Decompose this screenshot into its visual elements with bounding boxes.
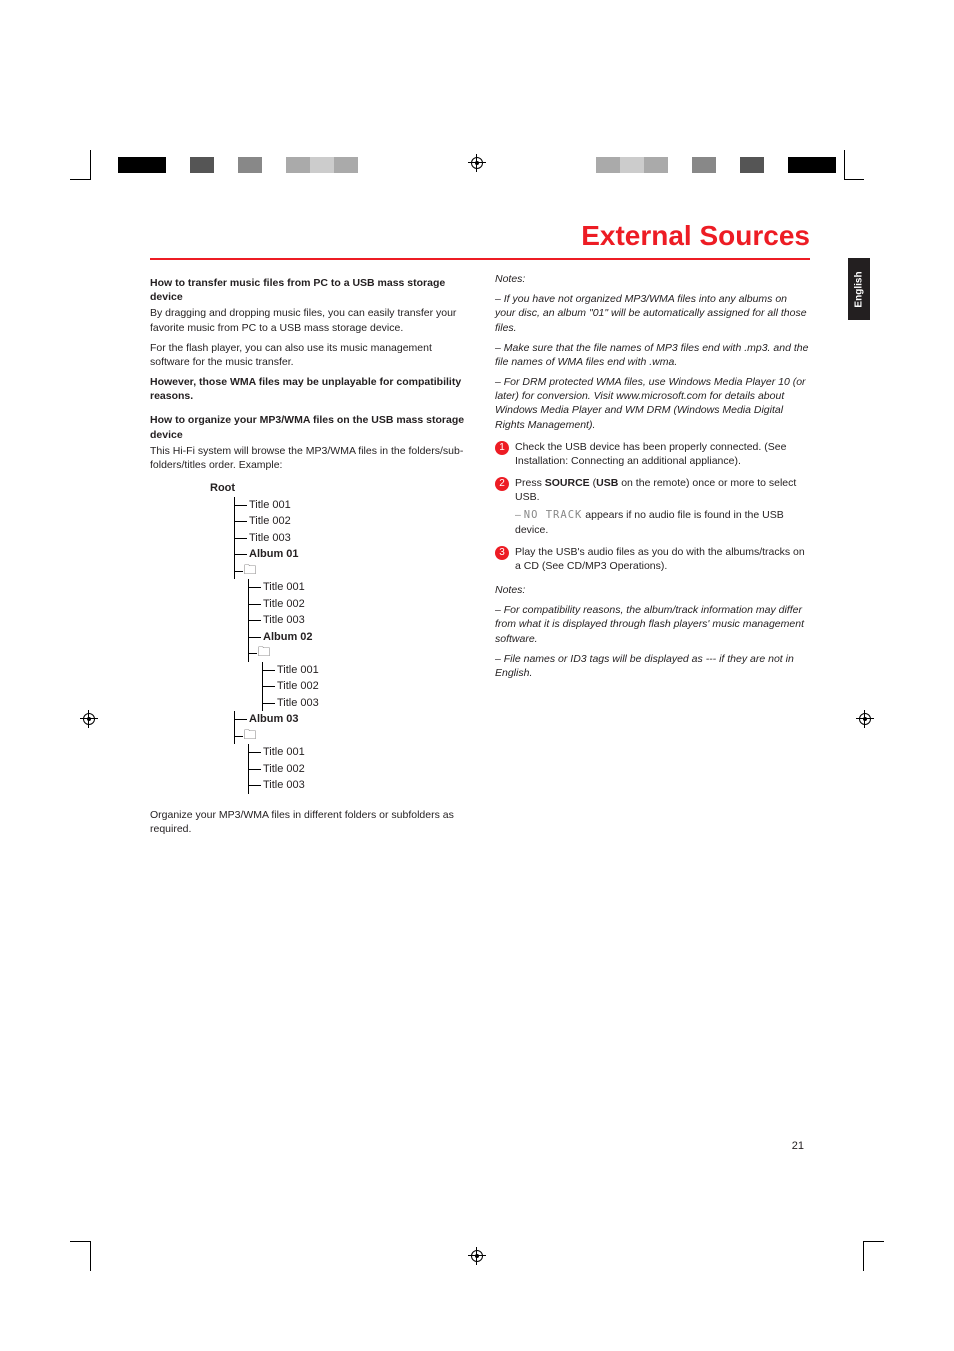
- tree-album-label: Album 03: [249, 713, 299, 725]
- page-number: 21: [792, 1140, 804, 1152]
- tree-album-label: Album 01: [249, 548, 299, 560]
- folder-icon: 🗀: [243, 563, 257, 576]
- tree-title: Title 002: [249, 761, 465, 778]
- tree-title: Title 003: [249, 612, 465, 629]
- step-text: Press SOURCE (USB on the remote) once or…: [515, 476, 810, 537]
- registration-target-icon: [80, 710, 98, 728]
- tree-title: Title 001: [235, 497, 465, 514]
- page-title: External Sources: [150, 220, 810, 252]
- tree-album-label: Album 02: [263, 631, 313, 643]
- language-tab: English: [848, 258, 870, 320]
- crop-mark-icon: [844, 1241, 884, 1271]
- language-tab-label: English: [854, 271, 865, 307]
- step-text: Play the USB's audio files as you do wit…: [515, 545, 810, 573]
- color-bar-icon: [596, 157, 836, 173]
- note-item: – For compatibility reasons, the album/t…: [495, 603, 810, 646]
- tree-title: Title 003: [263, 695, 465, 712]
- notes-label: Notes:: [495, 583, 810, 597]
- title-rule: [150, 258, 810, 260]
- registration-target-icon: [468, 154, 486, 172]
- crop-mark-icon: [70, 1241, 110, 1271]
- step-number-badge: 1: [495, 441, 509, 455]
- right-column: Notes: – If you have not organized MP3/W…: [495, 272, 810, 842]
- tree-title: Title 001: [249, 579, 465, 596]
- print-registration-bottom: [0, 1241, 954, 1271]
- notes-label: Notes:: [495, 272, 810, 286]
- print-registration-top: [0, 150, 954, 180]
- crop-mark-icon: [70, 150, 110, 180]
- page-content: External Sources How to transfer music f…: [150, 220, 810, 842]
- tree-title: Title 003: [235, 530, 465, 547]
- tree-root-label: Root: [210, 480, 465, 497]
- color-bar-icon: [118, 157, 358, 173]
- registration-target-icon: [856, 710, 874, 728]
- bold-note: However, those WMA files may be unplayab…: [150, 376, 461, 402]
- tree-title: Title 002: [263, 678, 465, 695]
- left-column: How to transfer music files from PC to a…: [150, 272, 465, 842]
- tree-title: Title 001: [263, 662, 465, 679]
- note-item: – For DRM protected WMA files, use Windo…: [495, 375, 810, 432]
- step-item: 2 Press SOURCE (USB on the remote) once …: [495, 476, 810, 537]
- note-item: – Make sure that the file names of MP3 f…: [495, 341, 810, 369]
- display-readout: NO TRACK: [524, 509, 583, 521]
- section-heading: How to organize your MP3/WMA files on th…: [150, 413, 465, 441]
- step-text: Check the USB device has been properly c…: [515, 440, 810, 468]
- body-text: For the flash player, you can also use i…: [150, 341, 465, 369]
- body-text: Organize your MP3/WMA files in different…: [150, 808, 465, 836]
- note-item: – File names or ID3 tags will be display…: [495, 652, 810, 680]
- crop-mark-icon: [844, 150, 884, 180]
- folder-icon: 🗀: [257, 645, 271, 658]
- step-item: 1 Check the USB device has been properly…: [495, 440, 810, 468]
- body-text: By dragging and dropping music files, yo…: [150, 306, 465, 334]
- tree-title: Title 002: [249, 596, 465, 613]
- folder-tree-diagram: Root Title 001 Title 002 Title 003 Album…: [210, 480, 465, 794]
- body-text: This Hi-Fi system will browse the MP3/WM…: [150, 444, 465, 472]
- tree-title: Title 002: [235, 513, 465, 530]
- step-number-badge: 3: [495, 546, 509, 560]
- section-heading: How to transfer music files from PC to a…: [150, 276, 465, 304]
- note-item: – If you have not organized MP3/WMA file…: [495, 292, 810, 335]
- tree-title: Title 001: [249, 744, 465, 761]
- folder-icon: 🗀: [243, 728, 257, 741]
- step-number-badge: 2: [495, 477, 509, 491]
- step-item: 3 Play the USB's audio files as you do w…: [495, 545, 810, 573]
- tree-title: Title 003: [249, 777, 465, 794]
